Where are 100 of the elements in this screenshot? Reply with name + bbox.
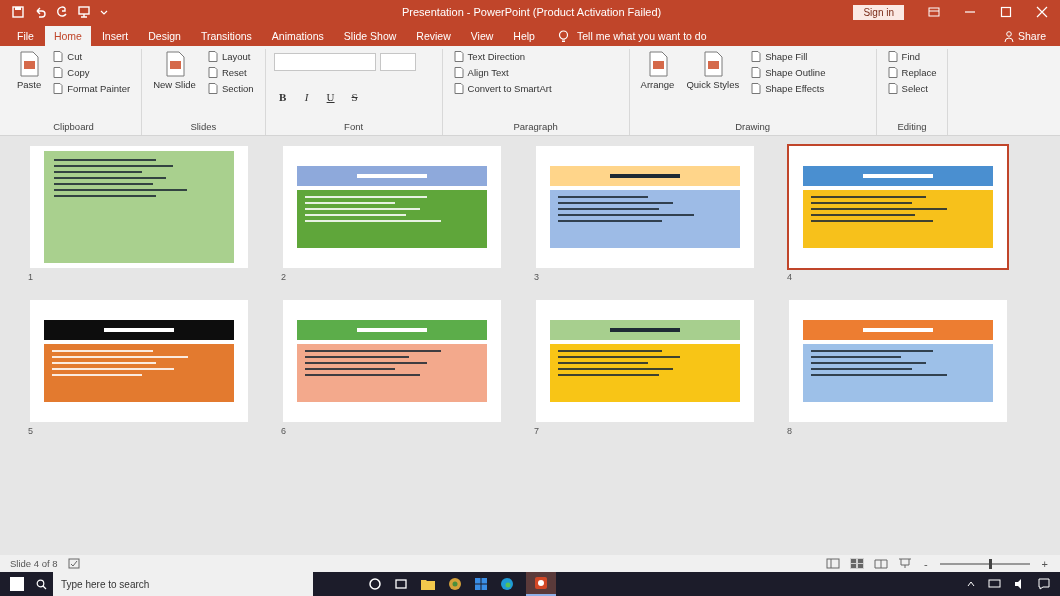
ribbon-tab[interactable]: Transitions [191,26,261,46]
document-icon [887,67,898,78]
browser-icon[interactable] [448,577,462,591]
format-button[interactable]: B [273,88,292,106]
folder-icon[interactable] [420,577,436,591]
document-icon [53,83,64,94]
taskbar-search-field[interactable]: Type here to search [53,572,313,596]
ribbon-button[interactable]: Arrange [637,49,678,111]
document-icon [207,83,218,94]
tell-me-field[interactable]: Tell me what you want to do [574,29,769,43]
notification-icon[interactable] [1038,578,1050,590]
slide-info: Slide 4 of 8 [10,558,58,569]
format-button[interactable]: S [345,88,364,106]
maximize-icon[interactable] [1000,6,1012,18]
document-icon [207,67,218,78]
redo-icon[interactable] [56,6,68,18]
document-icon [453,51,464,62]
document-icon [207,51,218,62]
ribbon-button[interactable]: Shape Effects [748,81,829,96]
person-icon [1003,30,1014,42]
group-label: Slides [189,121,218,134]
slide-thumbnail[interactable] [787,144,1009,270]
document-icon [887,51,898,62]
ribbon-display-icon[interactable] [928,6,940,18]
slideshow-icon[interactable] [78,6,90,18]
group-label: Paragraph [512,121,559,134]
window-title: Presentation - PowerPoint (Product Activation Failed) [402,6,663,18]
ribbon-button[interactable]: Format Painter [50,81,134,96]
network-icon[interactable] [988,578,1002,590]
ribbon-tab[interactable]: View [461,26,503,46]
font-name-field[interactable] [273,53,376,71]
document-icon [17,51,42,77]
ribbon-button[interactable]: New Slide [150,49,199,111]
slide-number: 7 [534,426,539,436]
close-icon[interactable] [1036,6,1048,18]
font-size-field[interactable] [379,53,416,71]
spelling-icon[interactable] [67,558,80,569]
format-button[interactable]: I [297,88,316,106]
task-view-icon[interactable] [394,577,408,591]
powerpoint-taskbar-button[interactable] [526,572,556,596]
slide-sorter-view-icon[interactable] [849,558,864,569]
document-icon [887,83,898,94]
circle-icon[interactable] [368,577,382,591]
group-label: Clipboard [52,121,95,134]
ribbon-button[interactable]: Select [884,81,940,96]
ribbon-tab[interactable]: File [8,26,43,46]
ribbon-tab[interactable]: Review [407,26,460,46]
document-icon [53,67,64,78]
ribbon-button[interactable]: Reset [204,65,257,80]
edge-icon[interactable] [500,577,514,591]
slide-number: 4 [787,272,792,282]
save-icon[interactable] [12,6,24,18]
ribbon-button[interactable]: Text Direction [450,49,555,64]
ribbon-button[interactable]: Section [204,81,257,96]
ribbon-button[interactable]: Convert to SmartArt [450,81,555,96]
slide-number: 8 [787,426,792,436]
slide-number: 1 [28,272,33,282]
ribbon-button[interactable]: Paste [14,49,45,111]
format-button[interactable]: U [321,88,340,106]
ribbon-button[interactable]: Cut [50,49,134,64]
document-icon [751,67,762,78]
document-icon [453,83,464,94]
ribbon-tab[interactable]: Home [44,26,91,46]
slide-number: 5 [28,426,33,436]
document-icon [53,51,64,62]
ribbon-button[interactable]: Quick Styles [683,49,743,111]
presentation-icon [534,576,548,590]
ribbon-button[interactable]: Layout [204,49,257,64]
ribbon-tab[interactable]: Help [504,26,544,46]
group-label: Editing [896,121,928,134]
slide-number: 3 [534,272,539,282]
ribbon-button[interactable]: Find [884,49,940,64]
ribbon-button[interactable]: Copy [50,65,134,80]
document-icon [751,83,762,94]
zoom-out-button[interactable]: - [921,557,930,570]
ribbon-button[interactable]: Replace [884,65,940,80]
start-icon[interactable] [10,577,24,591]
reading-view-icon[interactable] [873,558,888,569]
ribbon-button[interactable]: Shape Outline [748,65,829,80]
group-label: Drawing [734,121,771,134]
ribbon-tab[interactable]: Animations [262,26,333,46]
slide-number: 2 [281,272,286,282]
sign-in-button[interactable]: Sign in [853,4,904,20]
ribbon-tab[interactable]: Design [139,26,190,46]
slide-number: 6 [281,426,286,436]
ribbon-tab[interactable]: Insert [92,26,138,46]
ribbon-button[interactable]: Shape Fill [748,49,829,64]
caret-icon[interactable] [100,8,108,16]
zoom-in-button[interactable]: + [1039,557,1050,570]
share-button[interactable]: Share [997,26,1052,46]
normal-view-icon[interactable] [825,558,840,569]
ribbon-button[interactable]: Align Text [450,65,555,80]
document-icon [453,67,464,78]
ribbon-tab[interactable]: Slide Show [334,26,406,46]
store-icon[interactable] [474,577,488,591]
document-icon [751,51,762,62]
zoom-slider-thumb[interactable] [989,558,993,569]
search-icon [36,578,47,590]
slideshow-icon[interactable] [897,558,912,569]
undo-icon[interactable] [34,6,46,18]
